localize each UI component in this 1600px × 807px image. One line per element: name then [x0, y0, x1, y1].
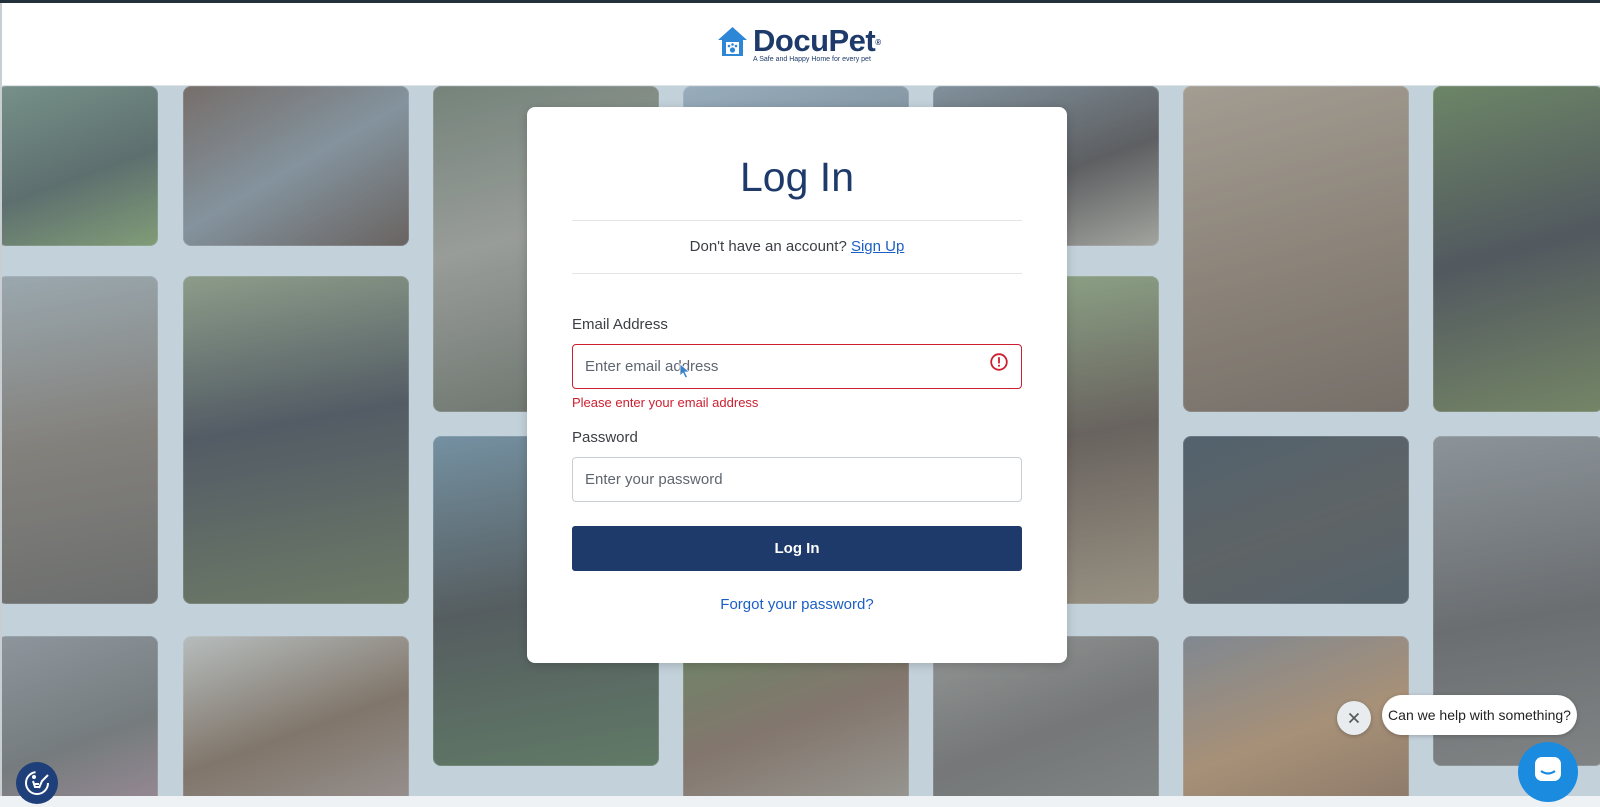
house-paw-icon	[718, 27, 747, 56]
pet-photo	[1183, 86, 1409, 412]
chat-launcher-button[interactable]	[1518, 742, 1578, 802]
email-error-message: Please enter your email address	[572, 395, 759, 410]
brand-tagline: A Safe and Happy Home for every pet	[753, 56, 871, 63]
chat-dismiss-button[interactable]	[1337, 701, 1371, 735]
pet-photo	[1433, 86, 1600, 412]
page-title: Log In	[740, 154, 854, 200]
alert-circle-icon	[990, 353, 1008, 371]
login-card: Log In Don't have an account? Sign Up Em…	[527, 107, 1067, 663]
signup-prompt: Don't have an account?	[689, 238, 847, 255]
pet-photo	[2, 276, 158, 604]
password-field[interactable]	[572, 457, 1022, 502]
login-button[interactable]: Log In	[572, 526, 1022, 571]
docupet-logo[interactable]: DocuPet® A Safe and Happy Home for every…	[716, 25, 881, 69]
site-header: DocuPet® A Safe and Happy Home for every…	[0, 3, 1600, 86]
pet-photo	[1183, 636, 1409, 796]
pet-photo	[183, 86, 409, 246]
chat-icon	[1535, 757, 1561, 781]
accessibility-button[interactable]	[16, 762, 58, 804]
pet-photo	[2, 86, 158, 246]
pet-photo	[183, 276, 409, 604]
pet-photo	[1183, 436, 1409, 604]
trademark: ®	[875, 38, 881, 47]
divider	[572, 220, 1022, 221]
signup-link[interactable]: Sign Up	[851, 238, 904, 255]
brand-name: DocuPet	[753, 23, 876, 58]
password-label: Password	[572, 429, 638, 446]
divider	[572, 273, 1022, 274]
email-field[interactable]	[572, 344, 1022, 389]
chat-prompt-bubble[interactable]: Can we help with something?	[1382, 695, 1577, 735]
pet-photo	[183, 636, 409, 796]
mouse-cursor-icon	[679, 363, 691, 379]
signup-prompt-row: Don't have an account? Sign Up	[527, 238, 1067, 255]
accessibility-icon	[25, 771, 49, 795]
close-icon	[1348, 712, 1360, 724]
forgot-password-link[interactable]: Forgot your password?	[527, 596, 1067, 613]
email-label: Email Address	[572, 316, 668, 333]
